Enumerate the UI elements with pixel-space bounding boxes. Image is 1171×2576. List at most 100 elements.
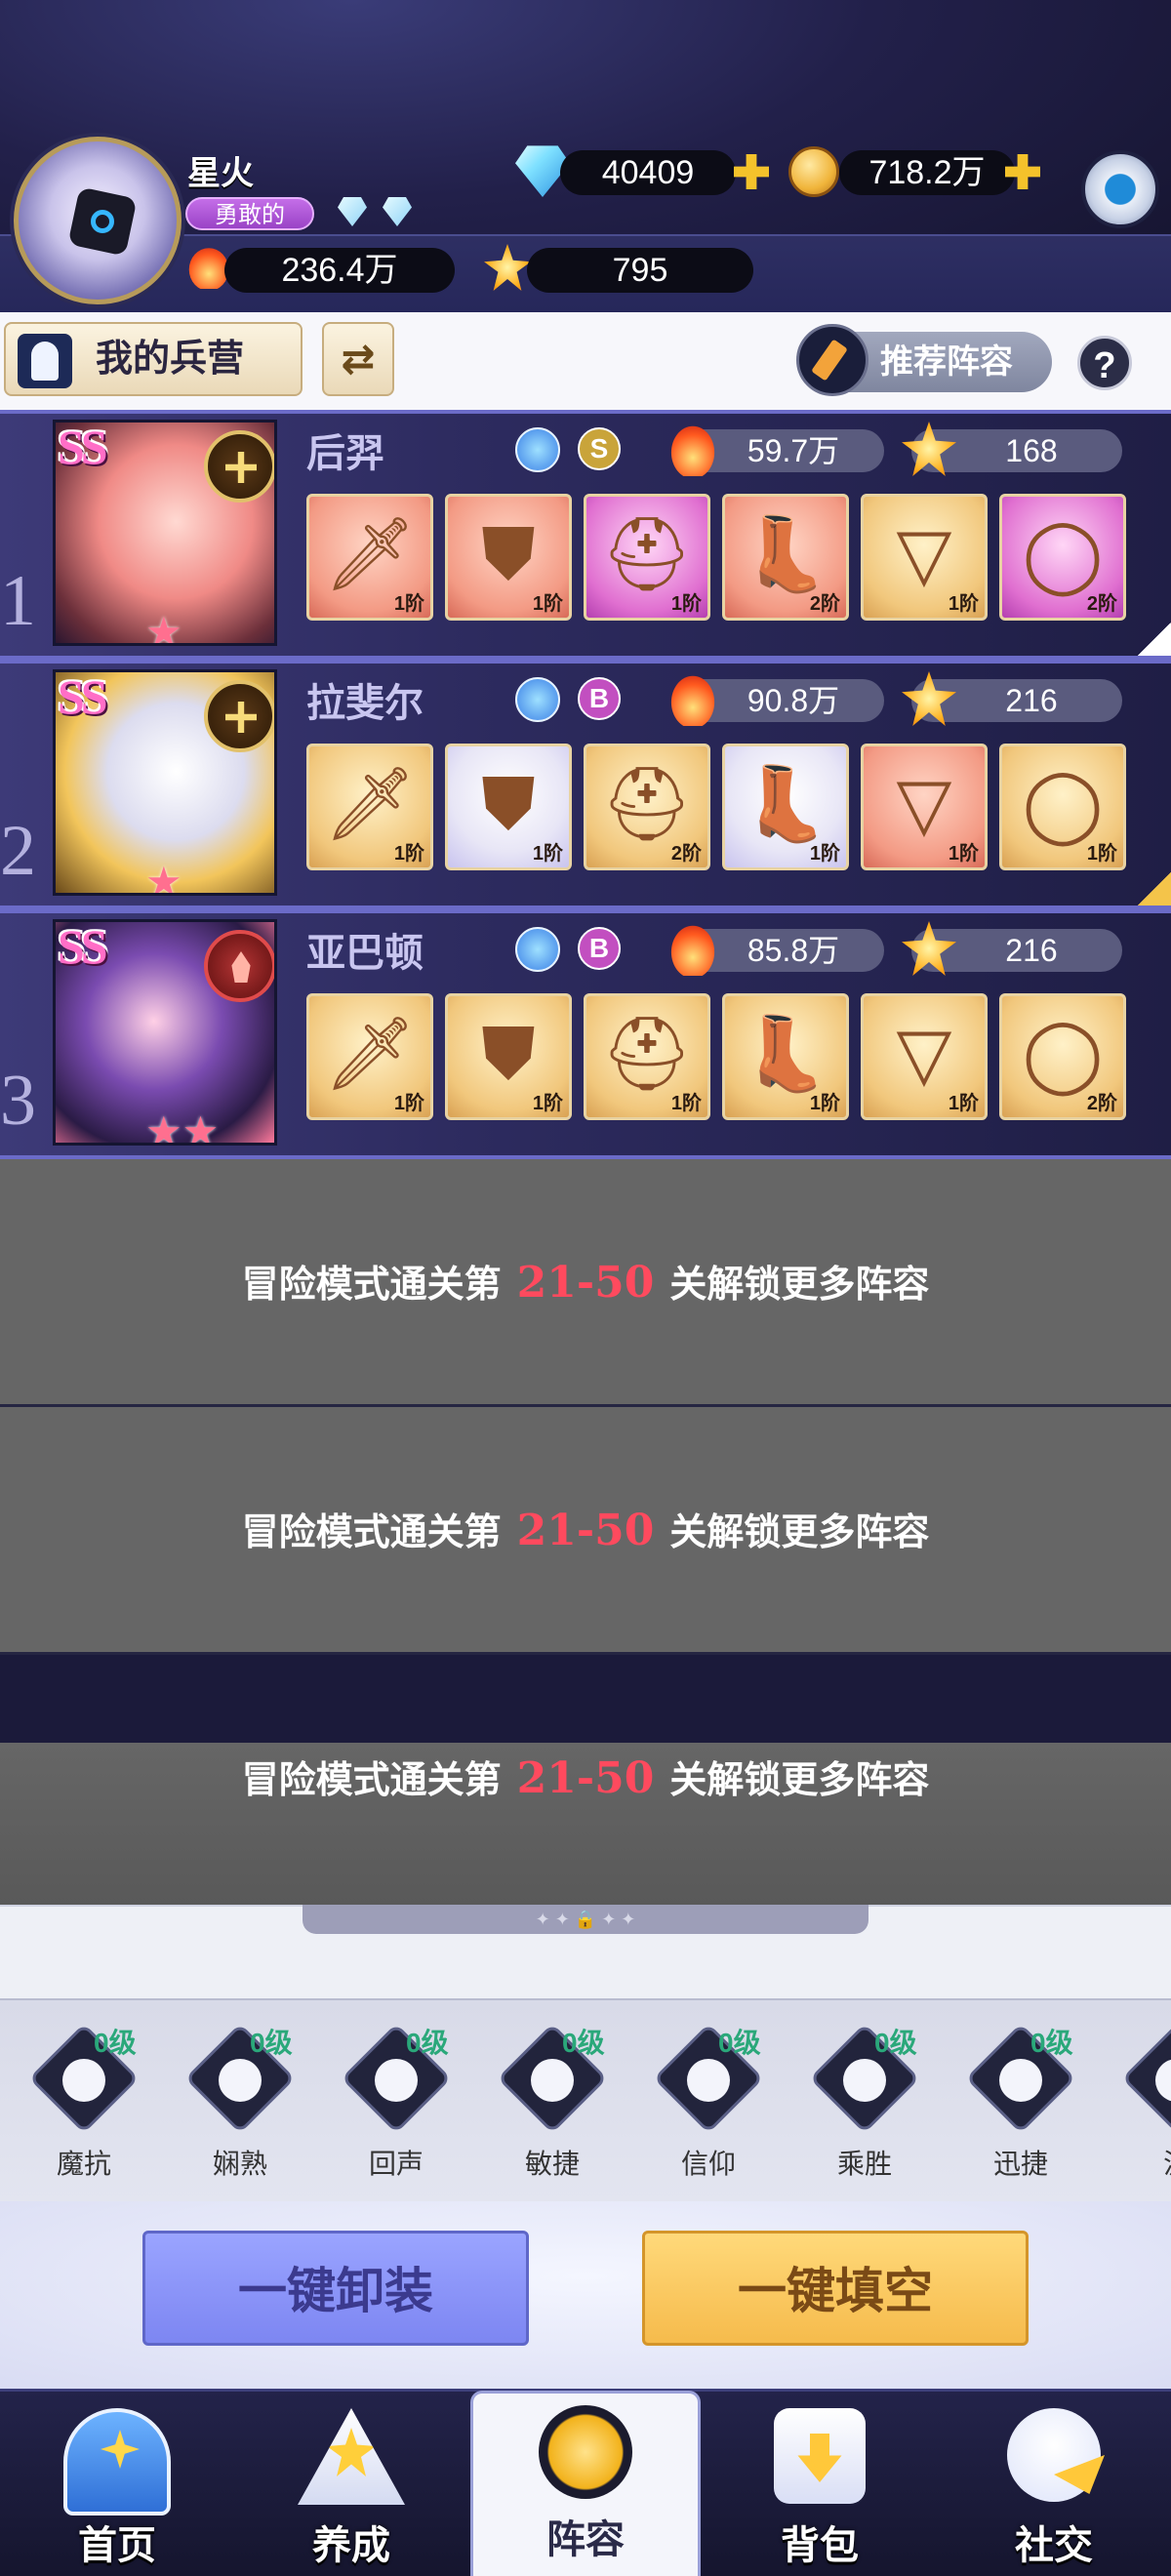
nav-team[interactable]: 阵容 xyxy=(470,2391,701,2576)
recommend-lineup-button[interactable]: 推荐阵容 xyxy=(796,324,1052,396)
unequip-all-button[interactable]: 一键卸装 xyxy=(142,2231,529,2346)
equipment-level: 1阶 xyxy=(670,593,702,615)
hero-star-rating: ★★ xyxy=(145,1108,220,1146)
talent-name: 回声 xyxy=(368,2149,424,2179)
talent-item[interactable]: 0级 娴熟 xyxy=(172,2022,308,2197)
equipment-slot[interactable]: ◯ 1阶 xyxy=(999,744,1126,870)
equipment-slot[interactable]: ⛊ 1阶 xyxy=(445,494,572,621)
equipment-slot[interactable]: 🗡 1阶 xyxy=(306,993,433,1120)
unlock-hint-prefix: 冒险模式通关第 xyxy=(241,1509,502,1553)
talent-name: 迅捷 xyxy=(992,2149,1048,2179)
equipment-slot[interactable]: ⛑ 2阶 xyxy=(584,744,710,870)
equipment-level: 1阶 xyxy=(948,1093,979,1114)
player-name: 星火 xyxy=(187,155,254,192)
player-title-badge[interactable]: 勇敢的 xyxy=(185,197,314,230)
talent-item[interactable]: 0级 信仰 xyxy=(640,2022,777,2197)
talent-level: 0级 xyxy=(94,2028,137,2058)
unlock-stage-range: 21-50 xyxy=(516,1506,655,1555)
talent-name: 乘胜 xyxy=(836,2149,892,2179)
hero-grade-badge: B xyxy=(578,677,621,720)
equipment-level: 1阶 xyxy=(532,1093,563,1114)
hero-row[interactable]: 2 SS ★ 拉斐尔 B 90.8万 216 🗡 1阶 ⛊ 1阶 ⛑ 2阶 👢 … xyxy=(0,660,1171,909)
equipment-level: 1阶 xyxy=(393,843,424,865)
hero-portrait[interactable]: SS ★ xyxy=(53,669,277,896)
equipment-slot[interactable]: ▽ 1阶 xyxy=(861,993,988,1120)
talent-item[interactable]: 0级 迅捷 xyxy=(952,2022,1089,2197)
equipment-level: 1阶 xyxy=(393,1093,424,1114)
hero-portrait[interactable]: SS ★ xyxy=(53,420,277,646)
castle-icon xyxy=(63,2408,171,2516)
fill-empty-button[interactable]: 一键填空 xyxy=(642,2231,1029,2346)
hero-portrait[interactable]: SS ★★ xyxy=(53,919,277,1146)
equipment-level: 2阶 xyxy=(1086,593,1117,615)
recommend-label: 推荐阵容 xyxy=(880,343,1013,381)
settings-gear-icon[interactable] xyxy=(1081,150,1159,228)
hero-row[interactable]: 3 SS ★★ 亚巴顿 B 85.8万 216 🗡 1阶 ⛊ 1阶 ⛑ 1阶 👢… xyxy=(0,909,1171,1159)
my-barracks-button[interactable]: 我的兵营 xyxy=(4,322,303,396)
player-avatar[interactable] xyxy=(14,137,182,304)
hero-row[interactable]: 1 SS ★ 后羿 S 59.7万 168 🗡 1阶 ⛊ 1阶 ⛑ 1阶 👢 2… xyxy=(0,410,1171,660)
boots-icon: 👢 xyxy=(740,513,831,594)
talent-name: 信仰 xyxy=(680,2149,736,2179)
talent-item[interactable]: 汲 xyxy=(1109,2022,1171,2197)
equipment-slot[interactable]: ▽ 1阶 xyxy=(861,494,988,621)
boots-icon: 👢 xyxy=(740,763,831,844)
equipment-slot[interactable]: 👢 1阶 xyxy=(722,744,849,870)
necklace-icon: ▽ xyxy=(896,513,952,594)
hero-name: 拉斐尔 xyxy=(306,681,424,725)
equipment-slot[interactable]: 🗡 1阶 xyxy=(306,494,433,621)
equipment-level: 1阶 xyxy=(1086,843,1117,865)
unlock-hint-suffix: 关解锁更多阵容 xyxy=(669,1757,930,1801)
nav-social[interactable]: 社交 xyxy=(956,2389,1151,2576)
nav-bag[interactable]: 背包 xyxy=(722,2389,917,2576)
talent-icon-core xyxy=(375,2059,418,2102)
nav-team-label: 阵容 xyxy=(546,2517,625,2561)
equipment-slot[interactable]: ◯ 2阶 xyxy=(999,993,1126,1120)
talent-icon-core xyxy=(531,2059,574,2102)
equipment-slot[interactable]: ⛑ 1阶 xyxy=(584,993,710,1120)
pencil-icon xyxy=(796,324,868,396)
talent-item[interactable]: 0级 敏捷 xyxy=(484,2022,621,2197)
equipment-slot[interactable]: ◯ 2阶 xyxy=(999,494,1126,621)
talent-strip[interactable]: 0级 魔抗 0级 娴熟 0级 回声 0级 敏捷 0级 信仰 0级 乘胜 0级 迅… xyxy=(0,1998,1171,2201)
flame-icon xyxy=(204,930,274,1002)
equipment-slot[interactable]: ▽ 1阶 xyxy=(861,744,988,870)
ring-icon: ◯ xyxy=(1022,513,1104,594)
talent-item[interactable]: 0级 乘胜 xyxy=(796,2022,933,2197)
talent-name: 敏捷 xyxy=(524,2149,580,2179)
locked-lineup-slot: 冒险模式通关第 21-50 关解锁更多阵容 xyxy=(0,1159,1171,1407)
total-stars: 795 xyxy=(527,248,753,293)
nav-train[interactable]: 养成 xyxy=(254,2389,449,2576)
help-button[interactable]: ? xyxy=(1077,336,1132,390)
equipment-slot[interactable]: ⛊ 1阶 xyxy=(445,993,572,1120)
nav-home[interactable]: 首页 xyxy=(20,2389,215,2576)
talent-item[interactable]: 0级 魔抗 xyxy=(16,2022,152,2197)
unlock-stage-range: 21-50 xyxy=(516,1258,655,1308)
nav-bag-label: 背包 xyxy=(781,2523,859,2567)
talent-icon-core xyxy=(843,2059,886,2102)
equipment-level: 1阶 xyxy=(948,593,979,615)
helmet-icon: ⛑ xyxy=(601,763,693,844)
unlock-hint-prefix: 冒险模式通关第 xyxy=(241,1262,502,1306)
equipment-slot[interactable]: ⛊ 1阶 xyxy=(445,744,572,870)
equipment-slot[interactable]: ⛑ 1阶 xyxy=(584,494,710,621)
cross-icon xyxy=(204,430,274,503)
armor-icon: ⛊ xyxy=(481,1013,536,1094)
helmet-icon: ⛑ xyxy=(601,513,693,594)
equipment-slot[interactable]: 👢 2阶 xyxy=(722,494,849,621)
helmet-icon: ⛑ xyxy=(601,1013,693,1094)
talent-level: 0级 xyxy=(1030,2028,1073,2058)
talent-name: 汲 xyxy=(1109,2143,1171,2182)
sheet-grabber-handle[interactable]: ✦ ✦ 🔒 ✦ ✦ xyxy=(303,1905,868,1934)
equipment-level: 1阶 xyxy=(532,843,563,865)
row-number: 1 xyxy=(0,561,36,641)
equipment-slot[interactable]: 👢 1阶 xyxy=(722,993,849,1120)
ring-icon: ◯ xyxy=(1022,763,1104,844)
swap-order-button[interactable]: ⇄ xyxy=(322,322,394,396)
talent-item[interactable]: 0级 回声 xyxy=(328,2022,464,2197)
locked-lineup-slot: 冒险模式通关第 21-50 关解锁更多阵容 xyxy=(0,1655,1171,1901)
equipment-level: 1阶 xyxy=(809,1093,840,1114)
equipment-level: 2阶 xyxy=(670,843,702,865)
equipment-slot[interactable]: 🗡 1阶 xyxy=(306,744,433,870)
talent-icon-core xyxy=(62,2059,105,2102)
